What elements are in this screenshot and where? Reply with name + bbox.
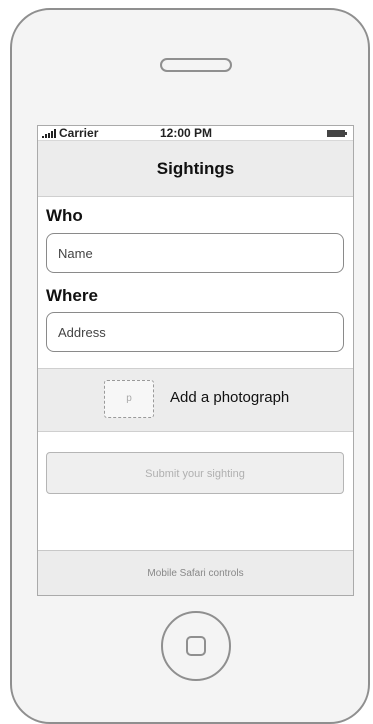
photo-placeholder-icon[interactable]: p bbox=[104, 380, 154, 418]
status-bar: Carrier 12:00 PM bbox=[38, 126, 353, 141]
screen: Carrier 12:00 PM Sightings Who Where p A… bbox=[37, 125, 354, 596]
photo-placeholder-text: p bbox=[126, 393, 132, 404]
address-input[interactable] bbox=[46, 312, 344, 352]
home-button[interactable] bbox=[161, 611, 231, 681]
where-label: Where bbox=[46, 286, 98, 305]
speaker-slot bbox=[160, 58, 232, 72]
navigation-bar: Sightings bbox=[38, 141, 353, 197]
safari-controls-label: Mobile Safari controls bbox=[147, 568, 244, 579]
home-square-icon bbox=[186, 636, 206, 656]
battery-icon bbox=[327, 130, 347, 137]
name-input[interactable] bbox=[46, 233, 344, 273]
page-title: Sightings bbox=[156, 159, 235, 178]
who-label: Who bbox=[46, 206, 83, 225]
status-time: 12:00 PM bbox=[160, 126, 213, 140]
mobile-safari-controls: Mobile Safari controls bbox=[38, 550, 353, 595]
add-photo-label: Add a photograph bbox=[170, 389, 290, 406]
submit-sighting-button[interactable]: Submit your sighting bbox=[46, 452, 344, 494]
signal-bars-icon bbox=[42, 129, 58, 138]
carrier-label: Carrier bbox=[59, 126, 99, 140]
add-photo-row[interactable]: p Add a photograph bbox=[38, 368, 353, 432]
